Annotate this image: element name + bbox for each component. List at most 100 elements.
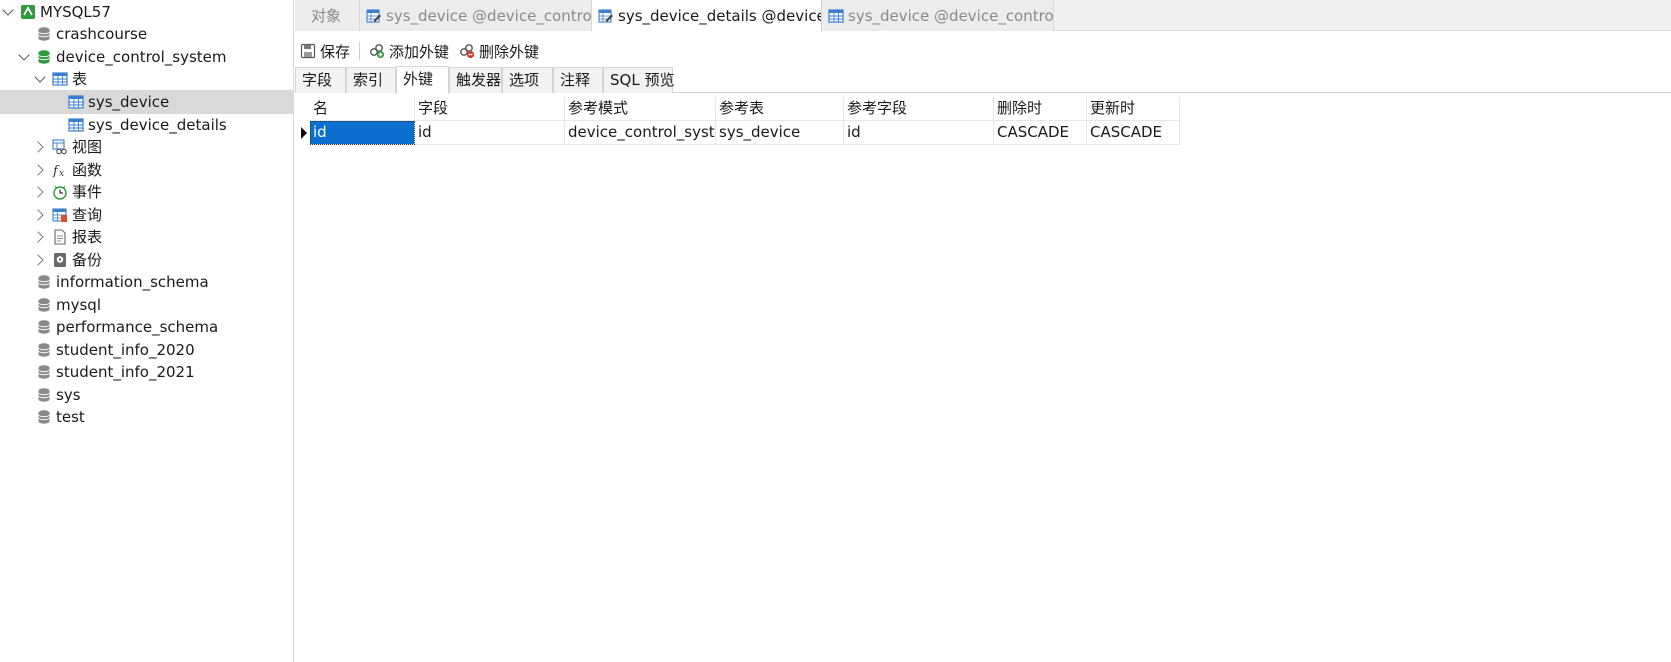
chevron-down-icon[interactable]: [34, 67, 46, 91]
tab-label: sys_device_details @device...: [618, 7, 822, 25]
tree-item-queries[interactable]: 查询: [0, 203, 293, 227]
add-foreign-key-label: 添加外键: [389, 42, 450, 61]
table-cell-ref-table[interactable]: sys_device: [716, 121, 844, 145]
column-header[interactable]: 字段: [415, 97, 565, 121]
tab-sys-device-design[interactable]: sys_device @device_control...: [360, 0, 592, 31]
tree-item-database[interactable]: student_info_2020: [0, 338, 293, 362]
column-header[interactable]: 参考表: [716, 97, 844, 121]
tab-options[interactable]: 选项: [502, 67, 553, 93]
column-header[interactable]: 更新时: [1087, 97, 1180, 121]
tree-item-backups[interactable]: 备份: [0, 248, 293, 272]
tree-item-label: information_schema: [56, 273, 209, 291]
tree-item-label: 视图: [72, 138, 103, 156]
chevron-right-icon[interactable]: [34, 135, 46, 159]
chevron-right-icon[interactable]: [34, 180, 46, 204]
tree-item-table[interactable]: sys_device_details: [0, 113, 293, 137]
tree-item-label: sys_device: [88, 93, 170, 111]
tree-item-database[interactable]: information_schema: [0, 270, 293, 294]
column-header[interactable]: 参考字段: [844, 97, 994, 121]
chevron-down-icon[interactable]: [2, 0, 14, 24]
tree-item-label: 查询: [72, 206, 103, 224]
database-icon: [38, 410, 50, 424]
tab-label: sys_device @device_control...: [848, 6, 1054, 25]
tab-sys-device-data[interactable]: sys_device @device_control...: [822, 0, 1054, 31]
tree-item-label: 表: [72, 70, 88, 88]
tree-item-label: test: [56, 408, 85, 426]
delete-foreign-key-icon: [460, 44, 475, 59]
save-button[interactable]: 保存: [295, 39, 355, 63]
column-header[interactable]: 删除时: [994, 97, 1087, 121]
chevron-down-icon[interactable]: [18, 45, 30, 69]
svg-text:x: x: [59, 169, 64, 178]
table-design-icon: [366, 8, 381, 23]
tree-item-label: 事件: [72, 183, 103, 201]
tree-item-database[interactable]: crashcourse: [0, 22, 293, 46]
database-icon: [38, 298, 50, 312]
tree-item-functions[interactable]: f x 函数: [0, 158, 293, 182]
tree-item-connection[interactable]: MYSQL57: [0, 0, 293, 24]
add-foreign-key-icon: [370, 44, 385, 59]
chevron-right-icon[interactable]: [34, 158, 46, 182]
navigator-sidebar: MYSQL57 crashcourse device_control_syste…: [0, 0, 294, 662]
tree-item-views[interactable]: 视图: [0, 135, 293, 159]
tab-sql-preview[interactable]: SQL 预览: [603, 67, 674, 93]
save-label: 保存: [320, 42, 351, 61]
column-header[interactable]: 参考模式: [565, 97, 716, 121]
add-foreign-key-button[interactable]: 添加外键: [364, 39, 454, 63]
tree-item-database[interactable]: sys: [0, 383, 293, 407]
tree-item-label: student_info_2020: [56, 341, 195, 359]
table-icon: [68, 95, 84, 109]
chevron-right-icon[interactable]: [34, 203, 46, 227]
tab-indexes[interactable]: 索引: [346, 67, 396, 93]
table-cell-ref-schema[interactable]: device_control_system: [565, 121, 716, 145]
table-cell-name[interactable]: id: [310, 121, 415, 145]
tree-item-label: 报表: [72, 228, 103, 246]
table-icon: [68, 118, 84, 132]
tree-item-events[interactable]: 事件: [0, 180, 293, 204]
database-icon: [38, 275, 50, 289]
tree-item-database[interactable]: test: [0, 405, 293, 429]
toolbar: 保存 添加外键 删除外键: [295, 38, 1671, 64]
tab-foreign-keys[interactable]: 外键: [396, 66, 449, 94]
tree-item-label: mysql: [56, 296, 101, 314]
tree-item-tables-folder[interactable]: 表: [0, 67, 293, 91]
tree-item-database-open[interactable]: device_control_system: [0, 45, 293, 69]
tree-item-database[interactable]: mysql: [0, 293, 293, 317]
database-icon: [38, 27, 50, 41]
table-cell-on-delete[interactable]: CASCADE: [994, 121, 1087, 145]
tree-item-reports[interactable]: 报表: [0, 225, 293, 249]
table-cell-field[interactable]: id: [415, 121, 565, 145]
tab-label: sys_device @device_control...: [386, 6, 592, 25]
database-icon: [38, 320, 50, 334]
tab-sys-device-details-design[interactable]: sys_device_details @device...: [592, 0, 822, 32]
table-cell-on-update[interactable]: CASCADE: [1087, 121, 1180, 145]
tab-fields[interactable]: 字段: [295, 67, 346, 93]
tree-item-label: crashcourse: [56, 25, 148, 43]
tree-item-label: MYSQL57: [40, 3, 111, 21]
tab-triggers[interactable]: 触发器: [449, 67, 502, 93]
delete-foreign-key-label: 删除外键: [479, 42, 540, 61]
tree-item-database[interactable]: student_info_2021: [0, 360, 293, 384]
chevron-right-icon[interactable]: [34, 248, 46, 272]
tree-item-label: performance_schema: [56, 318, 219, 336]
tables-folder-icon: [52, 72, 68, 86]
table-cell-ref-field[interactable]: id: [844, 121, 994, 145]
tree-item-table-selected[interactable]: sys_device: [0, 90, 293, 114]
chevron-right-icon[interactable]: [34, 225, 46, 249]
column-header[interactable]: 名: [310, 97, 415, 121]
tab-comments[interactable]: 注释: [553, 67, 603, 93]
database-icon: [38, 388, 50, 402]
current-row-marker-icon: [298, 121, 310, 145]
tab-objects[interactable]: 对象: [295, 0, 360, 31]
tree-item-database[interactable]: performance_schema: [0, 315, 293, 339]
save-icon: [300, 43, 316, 59]
toolbar-divider: [359, 42, 361, 60]
tree-item-label: sys_device_details: [88, 116, 227, 134]
design-subtab-bar: 字段 索引 外键 触发器 选项 注释 SQL 预览: [295, 66, 1671, 94]
function-icon: f x: [52, 164, 64, 178]
table-design-icon: [598, 9, 613, 23]
tree-item-label: device_control_system: [56, 48, 227, 66]
tab-label: 对象: [311, 7, 342, 25]
delete-foreign-key-button[interactable]: 删除外键: [454, 39, 544, 63]
query-icon: [52, 208, 67, 222]
